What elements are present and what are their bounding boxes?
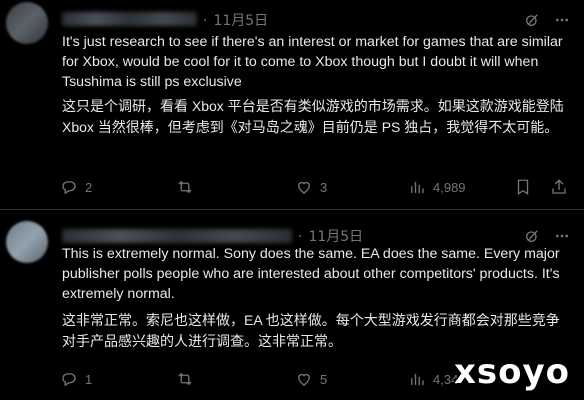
post-text-en: This is extremely normal. Sony does the … [62,246,560,302]
post-meta: · 11月5日 [298,226,363,246]
post-date[interactable]: 11月5日 [308,229,363,245]
bookmark-icon [514,178,532,196]
views-icon [408,178,426,196]
views-button[interactable]: 4,989 [408,178,466,196]
reply-button[interactable]: 2 [60,178,92,196]
separator-dot: · [203,13,208,29]
like-count: 3 [320,179,328,195]
repost-icon [176,178,194,196]
like-icon [295,370,313,388]
post-text-cn: 这只是个调研，看看 Xbox 平台是否有类似游戏的市场需求。如果这款游戏能登陆 … [62,98,564,135]
post-text-cn: 这非常正常。索尼也这样做，EA 也这样做。每个大型游戏发行商都会对那些竞争对手产… [62,312,560,349]
separator-dot: · [298,229,303,245]
views-icon [408,370,426,388]
avatar[interactable] [6,221,48,263]
share-icon [550,178,568,196]
reply-button[interactable]: 1 [60,370,92,388]
grok-icon[interactable] [524,12,540,28]
repost-button[interactable] [176,178,201,196]
share-button[interactable] [550,178,568,196]
post-top-icons [524,12,570,28]
like-button[interactable]: 5 [295,370,327,388]
reply-icon [60,178,78,196]
more-icon[interactable] [554,228,570,244]
post-meta: · 11月5日 [203,10,268,30]
more-icon[interactable] [554,12,570,28]
bookmark-button[interactable] [514,178,532,196]
views-count: 4,989 [433,179,466,195]
post-divider [0,209,584,210]
reply-icon [60,370,78,388]
reply-count: 2 [85,179,93,195]
avatar[interactable] [6,2,48,44]
post-top-icons [524,228,570,244]
post-text-en: It's just research to see if there's an … [62,34,563,90]
grok-icon[interactable] [524,228,540,244]
like-icon [295,178,313,196]
watermark-logo: xsoyo [453,352,570,392]
repost-button[interactable] [176,370,201,388]
author-name-redacted [62,229,292,243]
author-name-redacted [62,12,197,26]
post-1[interactable]: · 11月5日 It's just research to see if ther… [0,0,584,210]
like-button[interactable]: 3 [295,178,327,196]
post-actions: 2 3 4,989 [60,178,566,198]
post-date[interactable]: 11月5日 [213,13,268,29]
reply-count: 1 [85,371,93,387]
repost-icon [176,370,194,388]
like-count: 5 [320,371,328,387]
